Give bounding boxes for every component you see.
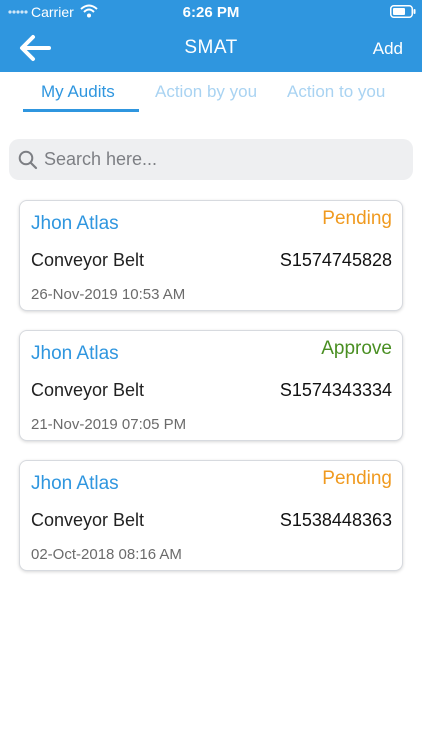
audit-date: 02-Oct-2018 08:16 AM	[31, 546, 182, 563]
add-button[interactable]: Add	[373, 39, 403, 59]
audit-card[interactable]: Jhon Atlas Approve Conveyor Belt S157434…	[19, 330, 403, 441]
clock: 6:26 PM	[182, 4, 240, 21]
app-header: Carrier 6:26 PM SMAT Add	[0, 0, 422, 72]
audit-code: S1538448363	[279, 510, 392, 530]
auditor-name: Jhon Atlas	[31, 343, 119, 364]
tab-my-audits[interactable]: My Audits	[41, 82, 115, 102]
audit-date: 26-Nov-2019 10:53 AM	[31, 286, 186, 303]
search-input[interactable]	[44, 145, 394, 173]
audit-card[interactable]: Jhon Atlas Pending Conveyor Belt S153844…	[19, 460, 403, 571]
battery-icon	[390, 5, 416, 18]
page-title: SMAT	[184, 37, 238, 58]
active-tab-indicator	[23, 109, 139, 112]
equipment-name: Conveyor Belt	[31, 250, 145, 270]
status-badge: Pending	[322, 468, 392, 489]
search-icon	[18, 150, 38, 170]
status-badge: Approve	[321, 338, 392, 359]
tab-action-to-you[interactable]: Action to you	[287, 82, 385, 102]
audit-date: 21-Nov-2019 07:05 PM	[31, 416, 187, 433]
auditor-name: Jhon Atlas	[31, 473, 119, 494]
tab-action-by-you[interactable]: Action by you	[155, 82, 257, 102]
search-bar	[9, 139, 413, 180]
audit-card[interactable]: Jhon Atlas Pending Conveyor Belt S157474…	[19, 200, 403, 311]
status-badge: Pending	[322, 208, 392, 229]
equipment-name: Conveyor Belt	[31, 510, 145, 530]
equipment-name: Conveyor Belt	[31, 380, 145, 400]
status-bar: Carrier 6:26 PM	[0, 0, 422, 24]
audit-code: S1574745828	[279, 250, 392, 270]
auditor-name: Jhon Atlas	[31, 213, 119, 234]
audit-code: S1574343334	[279, 380, 392, 400]
